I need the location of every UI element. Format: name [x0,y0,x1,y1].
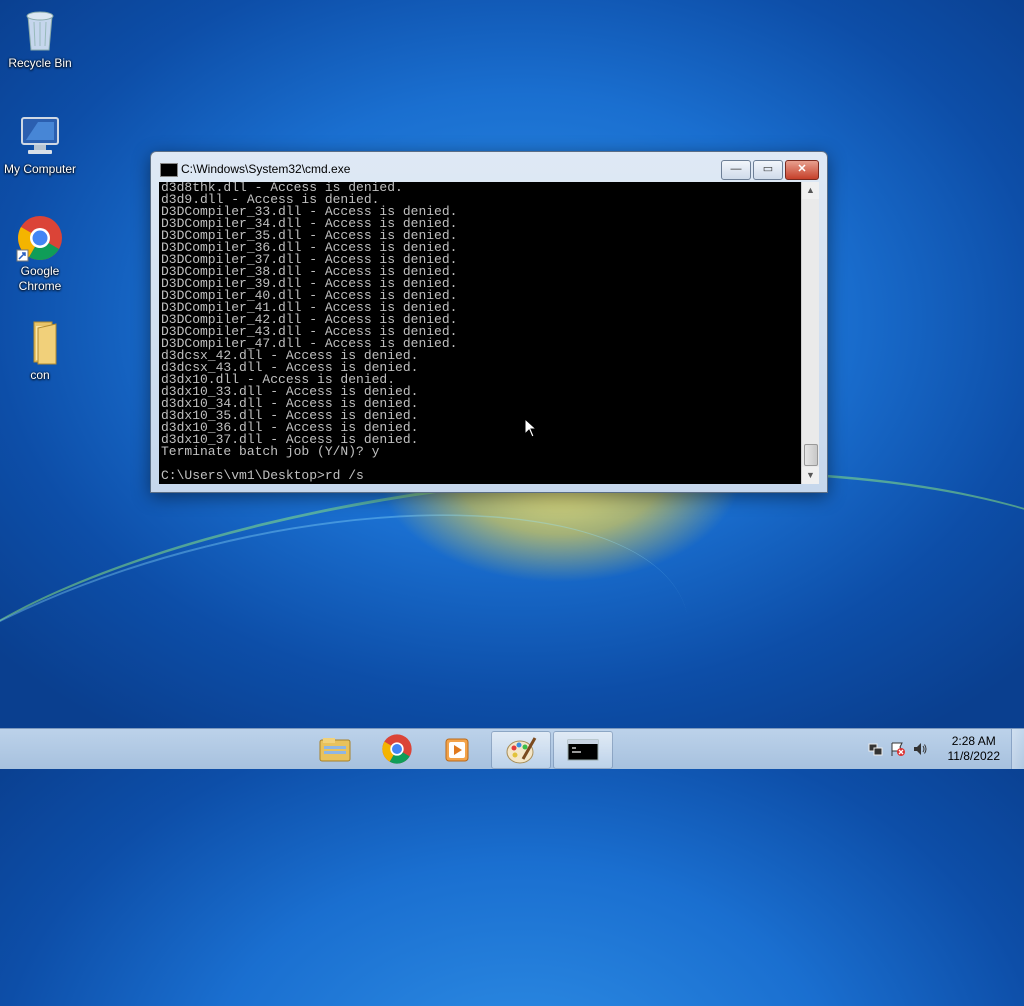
clock-date: 11/8/2022 [947,749,1001,763]
folder-icon [16,318,64,366]
volume-icon[interactable] [912,741,928,757]
minimize-button[interactable]: — [721,160,751,180]
show-desktop-button[interactable] [1011,729,1024,769]
clock-time: 2:28 AM [951,734,996,748]
close-button[interactable]: ✕ [785,160,819,180]
window-title: C:\Windows\System32\cmd.exe [181,162,351,176]
chrome-icon [382,734,412,764]
chrome-icon [16,214,64,262]
taskbar-chrome[interactable] [368,731,426,767]
console-output[interactable]: d3d8thk.dll - Access is denied. d3d9.dll… [159,182,801,484]
taskbar-media-player[interactable] [430,731,488,767]
console-line: Terminate batch job (Y/N)? y [161,444,380,459]
taskbar: 2:28 AM 11/8/2022 [0,728,1024,769]
desktop-icon-con[interactable]: con [0,318,80,383]
window-titlebar[interactable]: C:\Windows\System32\cmd.exe — ▭ ✕ [151,152,827,182]
computer-icon [16,112,64,160]
media-player-icon [445,738,469,762]
scrollbar-thumb[interactable] [804,444,818,466]
paint-icon [506,737,537,764]
console-prompt[interactable]: C:\Users\vm1\Desktop>rd /s [159,469,801,482]
console-scrollbar[interactable]: ▲ ▼ [801,182,819,484]
recycle-bin-icon [16,6,64,54]
network-icon[interactable] [868,741,884,757]
desktop-icon-label: My Computer [3,162,77,176]
desktop-icon-label: con [30,368,50,382]
desktop-icon-my-computer[interactable]: My Computer [0,112,80,177]
wallpaper-sweep [0,413,1024,970]
desktop-icon-google-chrome[interactable]: Google Chrome [0,214,80,294]
cmd-window[interactable]: C:\Windows\System32\cmd.exe — ▭ ✕ d3d8th… [150,151,828,493]
wallpaper-sweep-2 [0,436,731,1006]
taskbar-file-explorer[interactable] [306,731,364,767]
desktop-icon-label: Google Chrome [18,264,62,293]
cmd-window-icon [160,163,178,177]
action-center-flag-icon[interactable] [890,741,906,757]
scroll-down-arrow-icon[interactable]: ▼ [802,467,819,484]
desktop-icon-recycle-bin[interactable]: Recycle Bin [0,6,80,71]
desktop-icon-label: Recycle Bin [8,56,72,70]
file-explorer-icon [319,738,351,762]
scroll-up-arrow-icon[interactable]: ▲ [802,182,819,199]
maximize-button[interactable]: ▭ [753,160,783,180]
system-tray: 2:28 AM 11/8/2022 [854,729,1024,769]
taskbar-clock[interactable]: 2:28 AM 11/8/2022 [948,734,1001,764]
cmd-icon [567,739,599,761]
taskbar-cmd[interactable] [553,731,613,769]
taskbar-paint[interactable] [491,731,551,769]
